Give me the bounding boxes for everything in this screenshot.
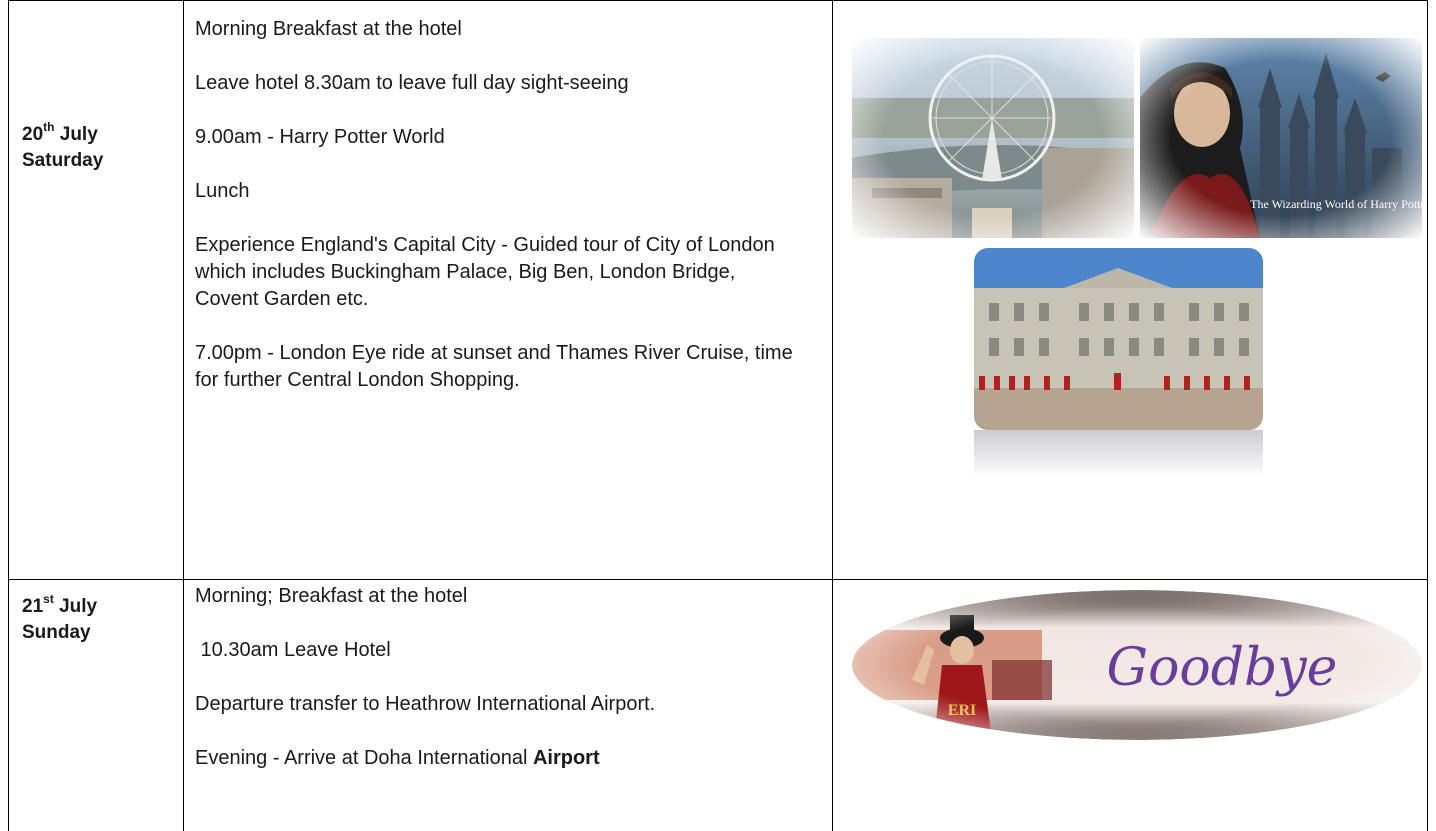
activity-item: Experience England's Capital City - Guid… xyxy=(195,234,775,310)
goodbye-image: ERI Goodbye xyxy=(852,590,1422,740)
activity-item: Morning Breakfast at the hotel xyxy=(195,18,462,40)
wizarding-world-text: The Wizarding World of Harry Potter xyxy=(1250,197,1422,211)
column-divider-2 xyxy=(832,0,833,831)
row-1-date: 20th July Saturday xyxy=(22,119,104,171)
goodbye-text: Goodbye xyxy=(1107,638,1338,698)
activity-item: Evening - Arrive at Doha International A… xyxy=(195,747,600,769)
row-2-date: 21st July Sunday xyxy=(22,591,98,643)
table-border-left xyxy=(8,0,9,831)
palace-reflection xyxy=(974,430,1263,478)
activity-item: 9.00am - Harry Potter World xyxy=(195,126,445,148)
column-divider-1 xyxy=(183,0,184,831)
activity-item: 10.30am Leave Hotel xyxy=(195,639,391,661)
table-border-top xyxy=(8,0,1428,1)
activity-item: 7.00pm - London Eye ride at sunset and T… xyxy=(195,342,793,391)
harry-potter-image: The Wizarding World of Harry Potter xyxy=(1140,38,1422,238)
row-2-activities: Morning; Breakfast at the hotel 10.30am … xyxy=(195,583,815,772)
row-1-activities: Morning Breakfast at the hotel Leave hot… xyxy=(195,16,815,394)
activity-item: Leave hotel 8.30am to leave full day sig… xyxy=(195,72,629,94)
london-eye-image xyxy=(852,38,1134,238)
table-border-right xyxy=(1427,0,1428,831)
itinerary-table: 20th July Saturday Morning Breakfast at … xyxy=(0,0,1436,831)
buckingham-palace-image xyxy=(974,248,1263,430)
badge-text: ERI xyxy=(948,702,976,719)
activity-item: Lunch xyxy=(195,180,250,202)
row-divider xyxy=(8,579,1428,580)
activity-item: Morning; Breakfast at the hotel xyxy=(195,585,468,607)
activity-item: Departure transfer to Heathrow Internati… xyxy=(195,693,656,715)
